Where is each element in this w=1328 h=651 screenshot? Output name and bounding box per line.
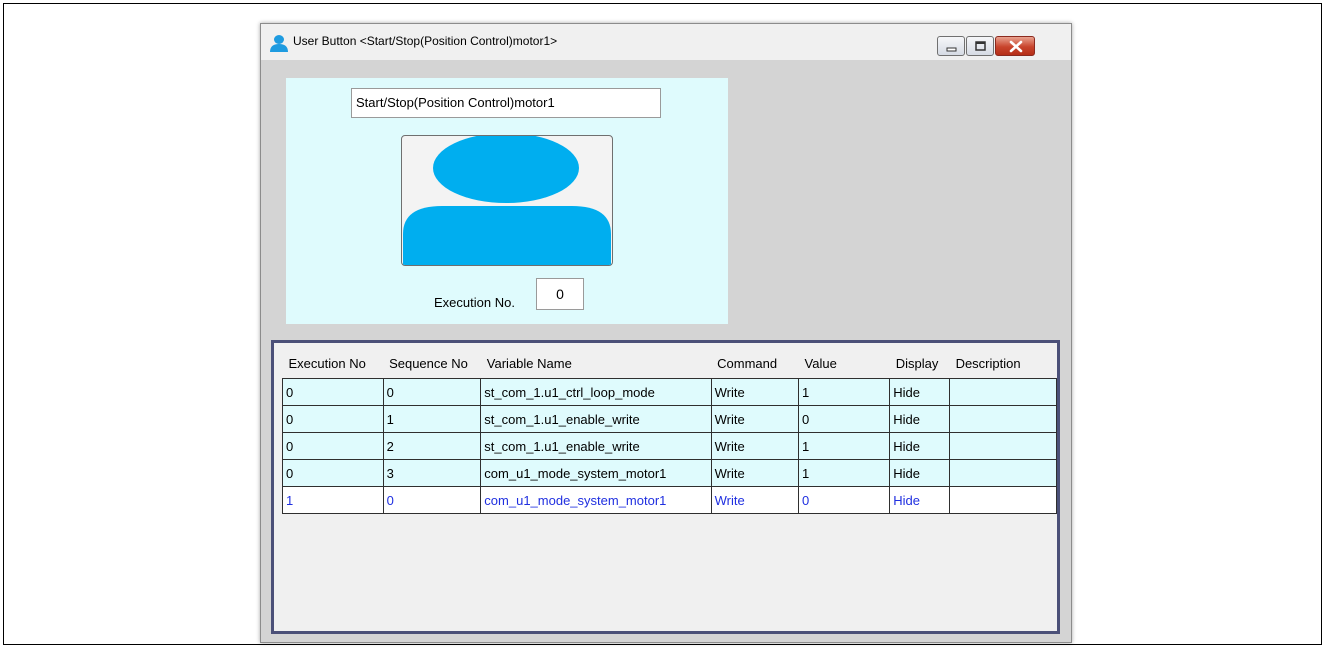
cell-execution-no[interactable]: 0 (282, 432, 384, 460)
column-header[interactable]: Command (711, 349, 799, 379)
column-header[interactable]: Value (798, 349, 890, 379)
button-preview-panel: Start/Stop(Position Control)motor1 Execu… (286, 78, 728, 324)
sequence-table: Execution No Sequence No Variable Name C… (282, 349, 1057, 514)
execution-no-label: Execution No. (434, 295, 515, 310)
user-button-window: User Button <Start/Stop(Position Control… (260, 23, 1072, 643)
cell-command[interactable]: Write (710, 378, 800, 406)
table-row[interactable]: 0 2 st_com_1.u1_enable_write Write 1 Hid… (282, 432, 1057, 460)
cell-display[interactable]: Hide (889, 378, 951, 406)
cell-description[interactable] (949, 405, 1057, 433)
sequence-grid: Execution No Sequence No Variable Name C… (271, 340, 1060, 634)
cell-execution-no[interactable]: 0 (282, 378, 384, 406)
table-row-selected[interactable]: 1 0 com_u1_mode_system_motor1 Write 0 Hi… (282, 486, 1057, 514)
cell-command[interactable]: Write (710, 459, 800, 487)
maximize-icon (975, 41, 986, 51)
minimize-icon (946, 47, 957, 52)
column-header[interactable]: Sequence No (383, 349, 481, 379)
table-header-row: Execution No Sequence No Variable Name C… (282, 349, 1057, 379)
cell-description[interactable] (949, 486, 1057, 514)
cell-variable-name[interactable]: st_com_1.u1_enable_write (480, 405, 712, 433)
cell-execution-no[interactable]: 1 (282, 486, 384, 514)
table-row[interactable]: 0 0 st_com_1.u1_ctrl_loop_mode Write 1 H… (282, 378, 1057, 406)
cell-display[interactable]: Hide (889, 486, 951, 514)
cell-value[interactable]: 0 (798, 405, 891, 433)
button-image[interactable] (401, 135, 613, 266)
cell-value[interactable]: 1 (798, 378, 891, 406)
minimize-button[interactable] (937, 36, 965, 56)
cell-sequence-no[interactable]: 1 (382, 405, 482, 433)
cell-sequence-no[interactable]: 0 (382, 486, 482, 514)
cell-command[interactable]: Write (710, 432, 800, 460)
window-client-area: Start/Stop(Position Control)motor1 Execu… (266, 60, 1066, 637)
cell-value[interactable]: 1 (798, 459, 891, 487)
cell-variable-name[interactable]: com_u1_mode_system_motor1 (480, 486, 712, 514)
table-row[interactable]: 0 3 com_u1_mode_system_motor1 Write 1 Hi… (282, 459, 1057, 487)
cell-variable-name[interactable]: com_u1_mode_system_motor1 (480, 459, 712, 487)
title-bar[interactable]: User Button <Start/Stop(Position Control… (261, 24, 1071, 60)
user-silhouette-icon (403, 136, 611, 265)
window-title: User Button <Start/Stop(Position Control… (293, 34, 558, 48)
cell-display[interactable]: Hide (889, 432, 951, 460)
cell-description[interactable] (949, 459, 1057, 487)
column-header[interactable]: Variable Name (480, 349, 712, 379)
cell-sequence-no[interactable]: 2 (382, 432, 482, 460)
cell-value[interactable]: 0 (798, 486, 891, 514)
cell-execution-no[interactable]: 0 (282, 459, 384, 487)
cell-value[interactable]: 1 (798, 432, 891, 460)
cell-execution-no[interactable]: 0 (282, 405, 384, 433)
button-caption-field[interactable]: Start/Stop(Position Control)motor1 (351, 88, 661, 118)
cell-display[interactable]: Hide (889, 459, 951, 487)
user-icon (270, 35, 288, 52)
cell-command[interactable]: Write (710, 486, 800, 514)
column-header[interactable]: Display (889, 349, 950, 379)
cell-sequence-no[interactable]: 3 (382, 459, 482, 487)
cell-sequence-no[interactable]: 0 (382, 378, 482, 406)
close-button[interactable] (995, 36, 1035, 56)
cell-description[interactable] (949, 378, 1057, 406)
column-header[interactable]: Description (949, 349, 1057, 379)
cell-display[interactable]: Hide (889, 405, 951, 433)
close-icon (1009, 40, 1023, 53)
cell-description[interactable] (949, 432, 1057, 460)
cell-variable-name[interactable]: st_com_1.u1_enable_write (480, 432, 712, 460)
column-header[interactable]: Execution No (282, 349, 384, 379)
maximize-button[interactable] (966, 36, 994, 56)
execution-no-field[interactable]: 0 (536, 278, 584, 310)
cell-command[interactable]: Write (710, 405, 800, 433)
cell-variable-name[interactable]: st_com_1.u1_ctrl_loop_mode (480, 378, 712, 406)
table-row[interactable]: 0 1 st_com_1.u1_enable_write Write 0 Hid… (282, 405, 1057, 433)
